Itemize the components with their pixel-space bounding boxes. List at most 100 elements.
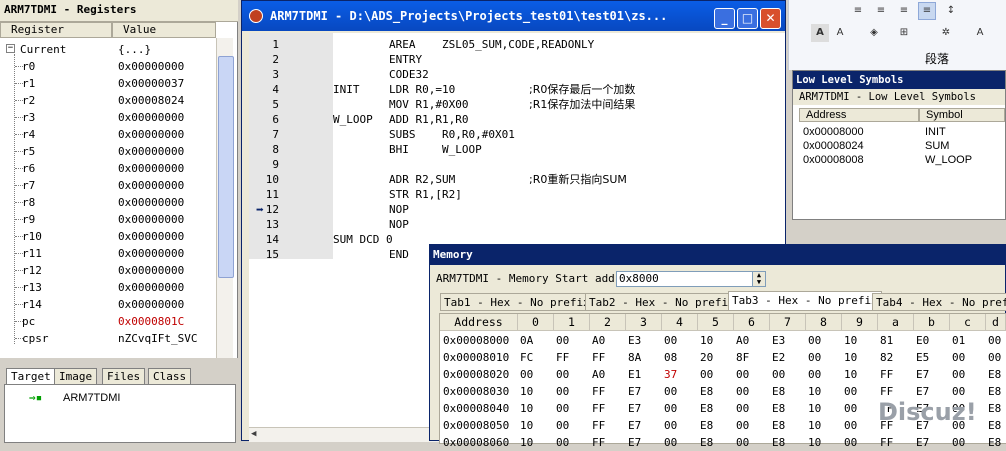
memory-byte[interactable]: FF bbox=[592, 417, 605, 434]
register-row[interactable]: r2 0x00008024 bbox=[0, 92, 220, 109]
memory-byte[interactable]: E8 bbox=[988, 434, 1001, 451]
memory-column-header[interactable]: a bbox=[878, 314, 914, 331]
memory-byte[interactable]: E8 bbox=[772, 383, 785, 400]
shading-icon[interactable]: ◈ bbox=[865, 24, 883, 42]
memory-tab[interactable]: Tab2 - Hex - No prefix bbox=[585, 293, 739, 311]
memory-byte[interactable]: 00 bbox=[520, 366, 533, 383]
memory-byte[interactable]: 00 bbox=[556, 332, 569, 349]
memory-byte[interactable]: E7 bbox=[628, 417, 641, 434]
memory-byte[interactable]: 00 bbox=[988, 332, 1001, 349]
memory-byte[interactable]: 10 bbox=[844, 332, 857, 349]
register-row[interactable]: r0 0x00000000 bbox=[0, 58, 220, 75]
memory-byte[interactable]: E8 bbox=[772, 434, 785, 451]
memory-byte[interactable]: 0A bbox=[520, 332, 533, 349]
close-button[interactable]: ✕ bbox=[760, 8, 781, 29]
memory-byte[interactable]: 81 bbox=[880, 332, 893, 349]
memory-byte[interactable]: 82 bbox=[880, 349, 893, 366]
memory-byte[interactable]: E8 bbox=[700, 383, 713, 400]
memory-byte[interactable]: 00 bbox=[844, 383, 857, 400]
memory-byte[interactable]: 10 bbox=[808, 417, 821, 434]
memory-byte[interactable]: 20 bbox=[700, 349, 713, 366]
memory-byte[interactable]: 00 bbox=[664, 417, 677, 434]
memory-byte[interactable]: 00 bbox=[736, 434, 749, 451]
symbols-symbol-header[interactable]: Symbol bbox=[919, 108, 1005, 122]
memory-byte[interactable]: 00 bbox=[664, 400, 677, 417]
line-spacing-icon[interactable]: ↕ bbox=[942, 2, 960, 20]
justify-icon[interactable]: ≡ bbox=[918, 2, 936, 20]
memory-column-header[interactable]: 6 bbox=[734, 314, 770, 331]
register-row[interactable]: r7 0x00000000 bbox=[0, 177, 220, 194]
register-row[interactable]: r14 0x00000000 bbox=[0, 296, 220, 313]
memory-column-header[interactable]: d bbox=[986, 314, 1006, 331]
register-row[interactable]: pc 0x0000801C bbox=[0, 313, 220, 330]
memory-byte[interactable]: 10 bbox=[520, 417, 533, 434]
memory-column-header[interactable]: 4 bbox=[662, 314, 698, 331]
scroll-left-icon[interactable]: ◀ bbox=[251, 429, 256, 439]
memory-byte[interactable]: E7 bbox=[628, 400, 641, 417]
memory-byte[interactable]: 00 bbox=[844, 417, 857, 434]
start-address-input[interactable]: 0x8000 bbox=[616, 271, 766, 287]
address-spinner[interactable]: ▲ ▼ bbox=[752, 271, 766, 287]
memory-byte[interactable]: 00 bbox=[664, 383, 677, 400]
memory-byte[interactable]: 10 bbox=[808, 434, 821, 451]
memory-byte[interactable]: 00 bbox=[772, 366, 785, 383]
symbol-name[interactable]: W_LOOP bbox=[925, 153, 972, 167]
tab-class[interactable]: Class bbox=[148, 368, 192, 384]
memory-byte[interactable]: A0 bbox=[592, 366, 605, 383]
memory-byte[interactable]: FF bbox=[880, 366, 893, 383]
memory-byte[interactable]: 00 bbox=[556, 434, 569, 451]
memory-byte[interactable]: E0 bbox=[916, 332, 929, 349]
memory-byte[interactable]: 10 bbox=[700, 332, 713, 349]
symbols-address-header[interactable]: Address bbox=[799, 108, 919, 122]
memory-byte[interactable]: 8F bbox=[736, 349, 749, 366]
register-row[interactable]: cpsr nZCvqIFt_SVC bbox=[0, 330, 220, 347]
symbol-address[interactable]: 0x00008008 bbox=[803, 153, 864, 167]
memory-byte[interactable]: E7 bbox=[916, 434, 929, 451]
memory-byte[interactable]: FC bbox=[520, 349, 533, 366]
memory-byte[interactable]: E8 bbox=[700, 400, 713, 417]
memory-byte[interactable]: E8 bbox=[988, 366, 1001, 383]
tab-files[interactable]: Files bbox=[102, 368, 146, 384]
memory-column-header[interactable]: 5 bbox=[698, 314, 734, 331]
register-current-row[interactable]: Current {...} bbox=[0, 41, 220, 58]
memory-byte[interactable]: 10 bbox=[520, 434, 533, 451]
register-row[interactable]: r9 0x00000000 bbox=[0, 211, 220, 228]
memory-byte[interactable]: 00 bbox=[664, 332, 677, 349]
memory-column-header[interactable]: 2 bbox=[590, 314, 626, 331]
memory-byte[interactable]: E8 bbox=[700, 434, 713, 451]
memory-byte[interactable]: 00 bbox=[556, 400, 569, 417]
memory-byte[interactable]: FF bbox=[592, 383, 605, 400]
memory-byte[interactable]: 00 bbox=[952, 434, 965, 451]
memory-tab[interactable]: Tab4 - Hex - No prefix bbox=[872, 293, 1006, 311]
memory-byte[interactable]: 00 bbox=[700, 366, 713, 383]
show-formatting-icon[interactable]: A bbox=[971, 24, 989, 42]
align-right-icon[interactable]: ≡ bbox=[895, 2, 913, 20]
memory-byte[interactable]: E2 bbox=[772, 349, 785, 366]
memory-byte[interactable]: FF bbox=[556, 349, 569, 366]
tab-target[interactable]: Target bbox=[6, 368, 56, 384]
register-row[interactable]: r6 0x00000000 bbox=[0, 160, 220, 177]
memory-byte[interactable]: 01 bbox=[952, 332, 965, 349]
registers-scroll-thumb[interactable] bbox=[218, 56, 234, 278]
memory-byte[interactable]: E7 bbox=[628, 434, 641, 451]
register-row[interactable]: r11 0x00000000 bbox=[0, 245, 220, 262]
memory-byte[interactable]: 10 bbox=[520, 400, 533, 417]
memory-byte[interactable]: 00 bbox=[736, 417, 749, 434]
memory-tab[interactable]: Tab3 - Hex - No prefix bbox=[728, 291, 882, 311]
memory-byte[interactable]: 8A bbox=[628, 349, 641, 366]
register-row[interactable]: r5 0x00000000 bbox=[0, 143, 220, 160]
symbol-address[interactable]: 0x00008000 bbox=[803, 125, 864, 139]
memory-byte[interactable]: 00 bbox=[808, 332, 821, 349]
memory-byte[interactable]: E7 bbox=[628, 383, 641, 400]
memory-byte[interactable]: FF bbox=[592, 349, 605, 366]
memory-byte[interactable]: E8 bbox=[772, 400, 785, 417]
text-effect-icon[interactable]: A bbox=[811, 24, 829, 42]
memory-byte[interactable]: 00 bbox=[952, 366, 965, 383]
register-row[interactable]: r10 0x00000000 bbox=[0, 228, 220, 245]
memory-column-header[interactable]: Address bbox=[440, 314, 518, 331]
memory-byte[interactable]: 00 bbox=[736, 400, 749, 417]
memory-byte[interactable]: 10 bbox=[844, 349, 857, 366]
register-row[interactable]: r3 0x00000000 bbox=[0, 109, 220, 126]
align-left-icon[interactable]: ≡ bbox=[849, 2, 867, 20]
memory-byte[interactable]: E1 bbox=[628, 366, 641, 383]
